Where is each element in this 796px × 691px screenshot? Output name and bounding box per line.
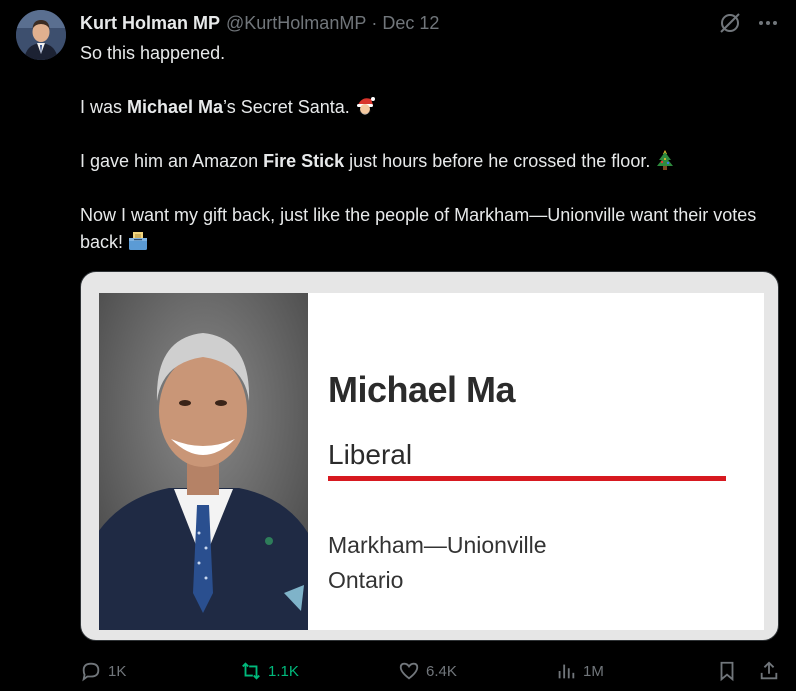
author-handle[interactable]: @KurtHolmanMP	[226, 13, 366, 34]
retweet-count: 1.1K	[268, 662, 299, 680]
author-name[interactable]: Kurt Holman MP	[80, 13, 220, 34]
reply-icon	[82, 662, 100, 682]
mp-riding: Markham—Unionville	[328, 532, 547, 558]
mp-province: Ontario	[328, 567, 404, 593]
tweet-actions: 1K 1.1K 6.4K 1M	[80, 656, 782, 686]
santa-emoji	[354, 95, 376, 117]
reply-button[interactable]: 1K	[80, 656, 126, 686]
tweet-line-3: I gave him an Amazon Fire Stick just hou…	[80, 148, 780, 175]
views-button[interactable]: 1M	[555, 656, 604, 686]
bookmark-icon	[720, 661, 734, 682]
retweet-icon	[242, 662, 260, 680]
tweet-header: Kurt Holman MP @KurtHolmanMP · Dec 12	[80, 11, 439, 35]
tweet-line-2: I was Michael Ma’s Secret Santa.	[80, 94, 780, 121]
grok-icon[interactable]	[717, 10, 743, 36]
christmas-tree-emoji	[654, 149, 676, 171]
like-count: 6.4K	[426, 662, 457, 680]
mp-name: Michael Ma	[328, 369, 516, 410]
heart-icon	[399, 662, 419, 680]
view-count: 1M	[583, 662, 604, 680]
reply-count: 1K	[108, 662, 127, 680]
tweet-line-1: So this happened.	[80, 43, 226, 63]
bookmark-button[interactable]	[716, 656, 744, 686]
author-avatar[interactable]	[16, 10, 66, 60]
mp-profile-card: Michael Ma Liberal Markham—Unionville On…	[99, 293, 764, 630]
like-button[interactable]: 6.4K	[398, 656, 457, 686]
analytics-icon	[558, 664, 575, 679]
tweet-line-4: Now I want my gift back, just like the p…	[80, 205, 757, 252]
share-icon	[760, 661, 778, 680]
more-options-icon[interactable]	[755, 10, 781, 36]
party-color-bar	[328, 476, 726, 481]
tweet-media[interactable]: Michael Ma Liberal Markham—Unionville On…	[80, 271, 779, 641]
ballot-box-emoji	[127, 230, 149, 252]
retweet-button[interactable]: 1.1K	[240, 656, 299, 686]
tweet-date[interactable]: Dec 12	[382, 13, 439, 34]
mp-party: Liberal	[328, 439, 413, 470]
tweet-text: So this happened. I was Michael Ma’s Sec…	[80, 40, 780, 256]
share-button[interactable]	[758, 656, 786, 686]
mp-portrait-photo	[99, 293, 308, 630]
header-separator: ·	[371, 12, 378, 33]
